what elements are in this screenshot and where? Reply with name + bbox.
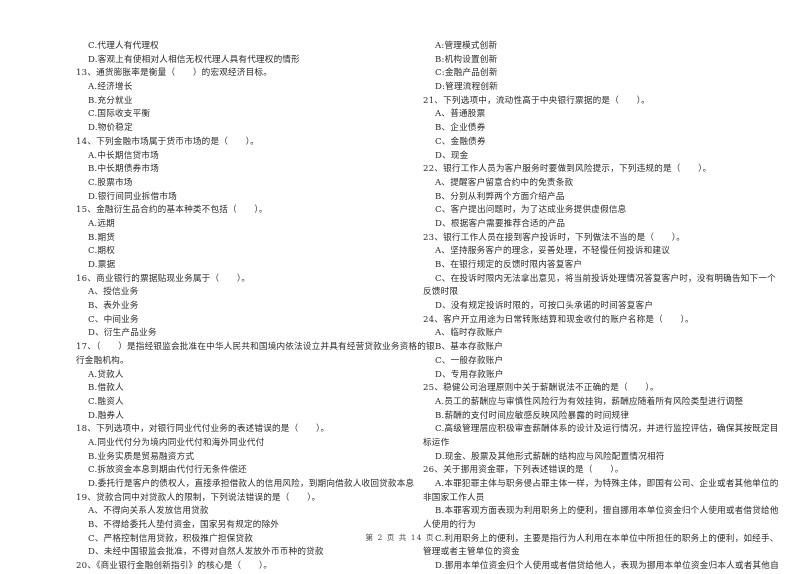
answer-option: B、分别从利弊两个方面介绍产品 — [435, 191, 565, 202]
answer-option: A.经济增长 — [88, 82, 133, 93]
answer-option: C、中间业务 — [88, 314, 139, 325]
answer-option: A.本罪犯罪主体与职务侵占罪主体一样，为特殊主体，即国有公司、企业或者其他单位的 — [435, 479, 779, 489]
answer-option: D、现金 — [435, 150, 469, 161]
answer-option: D、衍生产品业务 — [88, 328, 157, 339]
answer-option: B、在银行规定的反馈时限内答复客户 — [435, 260, 583, 270]
continuation-line: 行金融机构。 — [76, 355, 129, 366]
answer-option: D.票据 — [88, 260, 116, 270]
answer-option: C.代理人有代理权 — [88, 41, 159, 51]
answer-option: D、专用存款账户 — [435, 369, 504, 380]
answer-option: D.挪用本单位资金归个人使用或者借贷给他人，表现为挪用本单位资金归本人或者其他自 — [435, 561, 779, 572]
left-column: C.代理人有代理权 D.客观上有使相对人相信无权代理人具有代理权的情形 13、通货膨… — [76, 40, 435, 574]
question-stem: 17、（ ）是指经银监会批准在中华人民共和国境内依法设立并具有经营贷款业务资格的… — [76, 342, 435, 353]
answer-option: B.业务实质是贸易融资方式 — [88, 451, 195, 462]
answer-option: B.借款人 — [88, 383, 124, 394]
answer-option: C、在投诉时限内无法拿出意见，将当前投诉处理情况答复客户时，没有明确告知下一个 — [435, 273, 776, 284]
answer-option: A、坚持服务客户的理念，妥善处理，不轻慢任何投诉和建议 — [435, 246, 671, 257]
answer-option: C.融资人 — [88, 396, 124, 407]
answer-option: B.充分就业 — [88, 95, 133, 106]
page-number: 第 2 页 共 14 页 — [365, 533, 435, 542]
answer-option: A、临时存款账户 — [435, 328, 503, 339]
answer-option: D.委托行是客户的债权人，直接承担借款人的信用风险，到期向借款人收回贷款本息 — [88, 479, 415, 489]
answer-option: A、提醒客户留意合约中的免责条款 — [435, 177, 574, 188]
answer-option: B、不得给委托人垫付资金，国家另有规定的除外 — [88, 520, 280, 531]
continuation-line: 管理或者主管单位的资金 — [423, 547, 520, 558]
question-stem: 22、银行工作人员为客户服务时要做到风险提示，下列违规的是（ ）。 — [423, 164, 712, 175]
answer-option: B:机构设置创新 — [435, 54, 498, 65]
question-stem: 25、稳健公司治理原则中关于薪酬说法不正确的是（ ）。 — [423, 383, 659, 394]
answer-option: D.银行间同业拆借市场 — [88, 191, 177, 202]
answer-option: A:管理模式创新 — [435, 41, 498, 51]
question-stem: 18、下列选项中，对银行同业代付业务的表述错误的是（ ）。 — [76, 424, 330, 435]
answer-option: A、普通股票 — [435, 109, 486, 120]
answer-option: A.中长期信贷市场 — [88, 150, 159, 161]
answer-option: C、客户提出问题时，为了达成业务提供虚假信息 — [435, 205, 627, 216]
answer-option: D、没有规定投诉时限的，可按口头承诺的时间答复客户 — [435, 301, 654, 312]
question-stem: 20、《商业银行金融创新指引》的核心是（ ）。 — [76, 561, 273, 572]
answer-option: B.期货 — [88, 232, 116, 243]
answer-option: D、根据客户需要推荐合适的产品 — [435, 218, 566, 229]
answer-option: A、不得向关系人发放信用贷款 — [88, 506, 209, 517]
question-stem: 15、金融衍生品合约的基本种类不包括（ ）。 — [76, 205, 268, 216]
answer-option: B、表外业务 — [88, 301, 139, 312]
question-stem: 19、贷款合同中对贷款人的限制，下列说法错误的是（ ）。 — [76, 492, 321, 503]
answer-option: D.客观上有使相对人相信无权代理人具有代理权的情形 — [88, 54, 300, 65]
continuation-line: 反馈时限 — [423, 287, 459, 298]
answer-option: C.高级管理层应积极审查薪酬体系的设计及运行情况，并进行监控评估，确保其按既定目 — [435, 424, 779, 435]
question-stem: 23、银行工作人员在接到客户投诉时，下列做法不当的是（ ）。 — [423, 232, 686, 243]
answer-option: A.同业代付分为境内同业代付和海外同业代付 — [88, 437, 265, 448]
answer-option: C:金融产品创新 — [435, 68, 498, 79]
answer-option: B、基本存款账户 — [435, 342, 504, 353]
answer-option: B、企业债券 — [435, 123, 486, 134]
continuation-line: 非国家工作人员 — [423, 492, 485, 503]
question-stem: 24、客户开立用途为日常转账结算和现金收付的账户名称是（ ）。 — [423, 314, 694, 325]
answer-option: D、未经中国银监会批准，不得对自然人发放外币币种的贷款 — [88, 547, 324, 558]
answer-option: C.股票市场 — [88, 177, 133, 188]
answer-option: A.员工的薪酬应与审慎性风险行为有效挂钩，薪酬应随着所有风险类型进行调整 — [435, 396, 744, 407]
answer-option: C、金融债券 — [435, 136, 486, 147]
question-stem: 13、通货膨胀率是衡量（ ）的宏观经济目标。 — [76, 68, 273, 79]
answer-option: B.薪酬的支付时间应敏感反映风险暴露的时间规律 — [435, 410, 630, 421]
answer-option: C.拆放资金本息到期由代付行无条件偿还 — [88, 465, 247, 476]
answer-option: D.现金、股票及其他形式薪酬的结构应与风险配置情况相符 — [435, 451, 665, 462]
answer-option: B.中长期债券市场 — [88, 164, 160, 175]
answer-option: C.国际收支平衡 — [88, 109, 151, 120]
answer-option: D:管理流程创新 — [435, 82, 498, 93]
question-stem: 21、下列选项中，流动性高于中央银行票据的是（ ）。 — [423, 95, 650, 106]
answer-option: A.远期 — [88, 218, 115, 229]
question-stem: 26、关于挪用资金罪，下列表述错误的是（ ）。 — [423, 465, 624, 476]
right-column: A:管理模式创新 B:机构设置创新 C:金融产品创新 D:管理流程创新 21、下列选项中… — [423, 40, 779, 574]
answer-option: B.本罪客观方面表现为利用职务上的便利，擅自挪用本单位资金归个人使用或者借贷给他 — [435, 506, 779, 517]
answer-option: C.期权 — [88, 246, 115, 257]
answer-option: D.物价稳定 — [88, 123, 133, 134]
answer-option: A、授信业务 — [88, 287, 139, 298]
answer-option: A.贷款人 — [88, 369, 124, 380]
continuation-line: 标运作 — [423, 437, 450, 448]
answer-option: C、一般存款账户 — [435, 355, 504, 366]
question-stem: 16、商业银行的票据贴现业务属于（ ）。 — [76, 273, 251, 284]
answer-option: D.融券人 — [88, 410, 125, 421]
question-stem: 14、下列金融市场属于货币市场的是（ ）。 — [76, 136, 259, 147]
continuation-line: 人使用的行为 — [423, 520, 476, 531]
page-footer: 第 2 页 共 14 页 — [0, 532, 800, 543]
